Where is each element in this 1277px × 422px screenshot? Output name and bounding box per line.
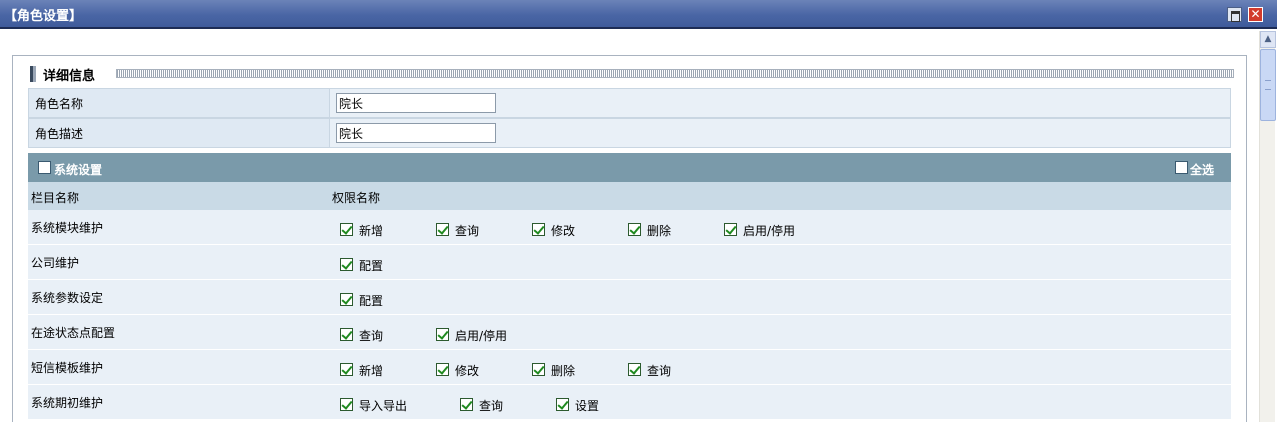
- table-row: 系统参数设定 配置: [28, 280, 1231, 315]
- permission-item[interactable]: 导入导出: [340, 397, 407, 413]
- column-header-permission: 权限名称: [332, 191, 381, 205]
- table-row: 短信模板维护 新增 修改 删除 查询: [28, 350, 1231, 385]
- permission-item[interactable]: 配置: [340, 292, 383, 308]
- row-module-name: 系统期初维护: [31, 396, 104, 410]
- permission-label: 查询: [359, 329, 384, 343]
- window-titlebar: 【角色设置】 ✕: [0, 0, 1277, 29]
- permission-label: 设置: [575, 399, 600, 413]
- role-desc-input[interactable]: [336, 123, 496, 143]
- scroll-thumb[interactable]: [1260, 49, 1276, 121]
- table-row: 公司维护 配置: [28, 245, 1231, 280]
- permission-item[interactable]: 新增: [340, 362, 383, 378]
- role-desc-row: 角色描述: [28, 118, 1231, 148]
- permission-item[interactable]: 删除: [628, 222, 671, 238]
- permission-item[interactable]: 修改: [436, 362, 479, 378]
- permission-item[interactable]: 配置: [340, 257, 383, 273]
- permission-label: 修改: [455, 364, 480, 378]
- permission-label: 启用/停用: [455, 329, 508, 343]
- permission-item[interactable]: 修改: [532, 222, 575, 238]
- permission-label: 新增: [359, 364, 384, 378]
- permission-label: 查询: [455, 224, 480, 238]
- permission-item[interactable]: 启用/停用: [436, 327, 507, 343]
- checkbox-checked-icon[interactable]: [340, 398, 353, 411]
- permission-item[interactable]: 查询: [628, 362, 671, 378]
- permission-item[interactable]: 查询: [460, 397, 503, 413]
- permission-item[interactable]: 查询: [436, 222, 479, 238]
- permission-label: 删除: [551, 364, 576, 378]
- permission-label: 配置: [359, 294, 384, 308]
- row-module-name: 系统模块维护: [31, 221, 104, 235]
- column-header-module: 栏目名称: [31, 191, 80, 205]
- section-marker-icon: [30, 66, 36, 82]
- role-name-row: 角色名称: [28, 88, 1231, 118]
- role-name-input[interactable]: [336, 93, 496, 113]
- scroll-up-icon[interactable]: ▲: [1260, 31, 1276, 48]
- permission-group-header: 系统设置 全选: [28, 153, 1231, 182]
- minimize-icon[interactable]: [1227, 7, 1242, 22]
- checkbox-checked-icon[interactable]: [436, 363, 449, 376]
- permission-label: 导入导出: [359, 399, 408, 413]
- role-desc-label: 角色描述: [29, 119, 330, 147]
- checkbox-checked-icon[interactable]: [340, 328, 353, 341]
- checkbox-checked-icon[interactable]: [436, 223, 449, 236]
- table-row: 系统期初维护 导入导出 查询 设置: [28, 385, 1231, 420]
- permission-label: 修改: [551, 224, 576, 238]
- permission-table-header: 栏目名称 权限名称: [28, 182, 1231, 210]
- checkbox-checked-icon[interactable]: [628, 223, 641, 236]
- checkbox-checked-icon[interactable]: [340, 293, 353, 306]
- section-title: 详细信息: [43, 69, 96, 84]
- permission-label: 配置: [359, 259, 384, 273]
- checkbox-checked-icon[interactable]: [724, 223, 737, 236]
- permission-item[interactable]: 查询: [340, 327, 383, 343]
- checkbox-checked-icon[interactable]: [628, 363, 641, 376]
- checkbox-checked-icon[interactable]: [340, 258, 353, 271]
- checkbox-checked-icon[interactable]: [436, 328, 449, 341]
- close-icon[interactable]: ✕: [1248, 7, 1263, 22]
- table-row: 系统模块维护 新增 查询 修改 删除 启用/停用: [28, 210, 1231, 245]
- row-module-name: 短信模板维护: [31, 361, 104, 375]
- vertical-scrollbar[interactable]: ▲: [1259, 31, 1276, 422]
- permission-label: 新增: [359, 224, 384, 238]
- group-checkbox[interactable]: [38, 161, 51, 174]
- permission-label: 删除: [647, 224, 672, 238]
- role-name-label: 角色名称: [29, 89, 330, 117]
- checkbox-checked-icon[interactable]: [532, 223, 545, 236]
- checkbox-checked-icon[interactable]: [556, 398, 569, 411]
- select-all-checkbox[interactable]: [1175, 161, 1188, 174]
- permission-label: 查询: [479, 399, 504, 413]
- table-row: 在途状态点配置 查询 启用/停用: [28, 315, 1231, 350]
- checkbox-checked-icon[interactable]: [460, 398, 473, 411]
- section-divider: [116, 69, 1234, 78]
- permission-item[interactable]: 设置: [556, 397, 599, 413]
- permission-item[interactable]: 删除: [532, 362, 575, 378]
- permission-item[interactable]: 启用/停用: [724, 222, 795, 238]
- checkbox-checked-icon[interactable]: [532, 363, 545, 376]
- permission-label: 启用/停用: [743, 224, 796, 238]
- permission-label: 查询: [647, 364, 672, 378]
- row-module-name: 在途状态点配置: [31, 326, 116, 340]
- section-header: 详细信息: [30, 64, 1236, 84]
- row-module-name: 系统参数设定: [31, 291, 104, 305]
- row-module-name: 公司维护: [31, 256, 80, 270]
- window-title: 【角色设置】: [4, 9, 83, 24]
- checkbox-checked-icon[interactable]: [340, 223, 353, 236]
- permission-item[interactable]: 新增: [340, 222, 383, 238]
- select-all-label: 全选: [1190, 163, 1215, 177]
- checkbox-checked-icon[interactable]: [340, 363, 353, 376]
- group-name: 系统设置: [54, 163, 103, 177]
